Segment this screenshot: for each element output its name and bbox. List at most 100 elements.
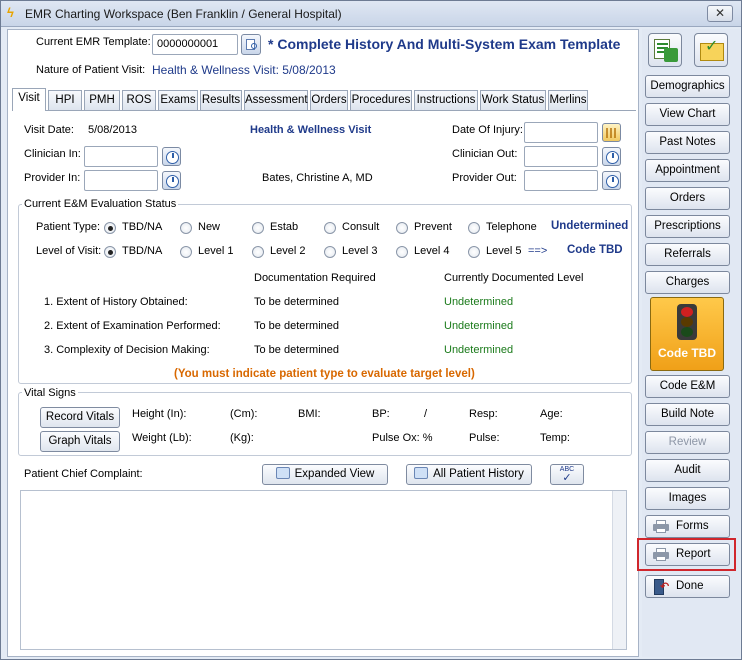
orders-button[interactable]: Orders <box>645 187 730 210</box>
traffic-light-icon <box>677 304 697 340</box>
provider-in-label: Provider In: <box>24 172 81 184</box>
chief-complaint-textarea[interactable] <box>20 490 627 650</box>
provider-in-clock-icon[interactable] <box>162 171 181 190</box>
clinician-out-field[interactable] <box>524 146 598 167</box>
template-lookup-icon[interactable] <box>241 34 261 55</box>
level-5-radio[interactable] <box>468 246 480 258</box>
appointment-button[interactable]: Appointment <box>645 159 730 182</box>
template-label: Current EMR Template: <box>36 36 151 48</box>
em-group-title: Current E&M Evaluation Status <box>22 198 179 210</box>
prescriptions-button[interactable]: Prescriptions <box>645 215 730 238</box>
graph-vitals-button[interactable]: Graph Vitals <box>40 431 120 452</box>
provider-out-clock-icon[interactable] <box>602 171 621 190</box>
done-label: Done <box>676 580 704 592</box>
chief-complaint-label: Patient Chief Complaint: <box>24 468 143 480</box>
report-highlight-box <box>637 538 736 571</box>
em-row-required: To be determined <box>254 320 339 332</box>
em-row-current: Undetermined <box>444 344 514 356</box>
audit-button[interactable]: Audit <box>645 459 730 482</box>
tab-visit[interactable]: Visit <box>12 88 46 111</box>
vertical-scrollbar[interactable] <box>612 491 626 649</box>
code-status-label: Code TBD <box>658 346 716 360</box>
done-button[interactable]: ↶ Done <box>645 575 730 598</box>
tab-ros[interactable]: ROS <box>122 90 156 110</box>
tab-assessment[interactable]: Assessment <box>244 90 308 110</box>
bmi-label: BMI: <box>298 408 321 420</box>
patient-type-new-radio[interactable] <box>180 222 192 234</box>
images-button[interactable]: Images <box>645 487 730 510</box>
em-row-required: To be determined <box>254 296 339 308</box>
em-row-label: 2. Extent of Examination Performed: <box>44 320 221 332</box>
clinician-in-label: Clinician In: <box>24 148 81 160</box>
cm-label: (Cm): <box>230 408 258 420</box>
visit-date-value: 5/08/2013 <box>88 124 137 136</box>
magnifier-icon <box>414 467 429 479</box>
tab-exams[interactable]: Exams <box>158 90 198 110</box>
patient-type-estab-radio[interactable] <box>252 222 264 234</box>
level-3-radio[interactable] <box>324 246 336 258</box>
bp-label: BP: <box>372 408 390 420</box>
em-row-required: To be determined <box>254 344 339 356</box>
patient-type-tbd-radio[interactable] <box>104 222 116 234</box>
all-patient-history-button[interactable]: All Patient History <box>406 464 532 485</box>
forms-button[interactable]: Forms <box>645 515 730 538</box>
patient-type-label: Patient Type: <box>36 221 101 233</box>
tab-instructions[interactable]: Instructions <box>414 90 478 110</box>
tab-pmh[interactable]: PMH <box>84 90 120 110</box>
calendar-icon[interactable] <box>602 123 621 142</box>
past-notes-button[interactable]: Past Notes <box>645 131 730 154</box>
pulse-ox-label: Pulse Ox: % <box>372 432 433 444</box>
view-chart-button[interactable]: View Chart <box>645 103 730 126</box>
review-button[interactable]: Review <box>645 431 730 454</box>
em-row-label: 3. Complexity of Decision Making: <box>44 344 210 356</box>
spreadsheet-export-icon[interactable] <box>648 33 682 67</box>
spell-check-button[interactable]: ABC ✓ <box>550 464 584 485</box>
close-button[interactable]: ✕ <box>707 5 733 22</box>
tab-hpi[interactable]: HPI <box>48 90 82 110</box>
code-status-button[interactable]: Code TBD <box>650 297 724 371</box>
expanded-view-button[interactable]: Expanded View <box>262 464 388 485</box>
referrals-button[interactable]: Referrals <box>645 243 730 266</box>
record-vitals-button[interactable]: Record Vitals <box>40 407 120 428</box>
vitals-group-title: Vital Signs <box>22 387 78 399</box>
clinician-in-clock-icon[interactable] <box>162 147 181 166</box>
patient-type-prevent-radio[interactable] <box>396 222 408 234</box>
doc-current-header: Currently Documented Level <box>444 272 584 284</box>
demographics-button[interactable]: Demographics <box>645 75 730 98</box>
tab-procedures[interactable]: Procedures <box>350 90 412 110</box>
level-1-radio[interactable] <box>180 246 192 258</box>
level-tbd-radio[interactable] <box>104 246 116 258</box>
tab-merlins[interactable]: Merlins <box>548 90 588 110</box>
tab-orders[interactable]: Orders <box>310 90 348 110</box>
em-code: Code TBD <box>567 244 623 256</box>
clinician-out-clock-icon[interactable] <box>602 147 621 166</box>
level-5-label: Level 5 <box>486 245 522 257</box>
level-2-radio[interactable] <box>252 246 264 258</box>
provider-in-field[interactable] <box>84 170 158 191</box>
template-id-field[interactable]: 0000000001 <box>152 34 238 55</box>
patient-type-consult-radio[interactable] <box>324 222 336 234</box>
resp-label: Resp: <box>469 408 498 420</box>
build-note-button[interactable]: Build Note <box>645 403 730 426</box>
expanded-view-label: Expanded View <box>294 468 375 480</box>
magnifier-icon <box>275 467 290 479</box>
clinician-in-field[interactable] <box>84 146 158 167</box>
visit-type: Health & Wellness Visit <box>250 124 372 136</box>
code-em-button[interactable]: Code E&M <box>645 375 730 398</box>
title-bar: ϟ EMR Charting Workspace (Ben Franklin /… <box>1 1 741 27</box>
tab-results[interactable]: Results <box>200 90 242 110</box>
app-lightning-icon: ϟ <box>7 5 14 20</box>
tab-work-status[interactable]: Work Status <box>480 90 546 110</box>
provider-out-field[interactable] <box>524 170 598 191</box>
forms-label: Forms <box>676 520 709 532</box>
date-of-injury-label: Date Of Injury: <box>452 124 523 136</box>
patient-type-telephone-label: Telephone <box>486 221 537 233</box>
date-of-injury-field[interactable] <box>524 122 598 143</box>
level-1-label: Level 1 <box>198 245 234 257</box>
exit-door-icon: ↶ <box>652 579 670 595</box>
charges-button[interactable]: Charges <box>645 271 730 294</box>
all-patient-history-label: All Patient History <box>433 468 524 480</box>
level-4-radio[interactable] <box>396 246 408 258</box>
patient-type-telephone-radio[interactable] <box>468 222 480 234</box>
sign-note-icon[interactable]: ✓ <box>694 33 728 67</box>
